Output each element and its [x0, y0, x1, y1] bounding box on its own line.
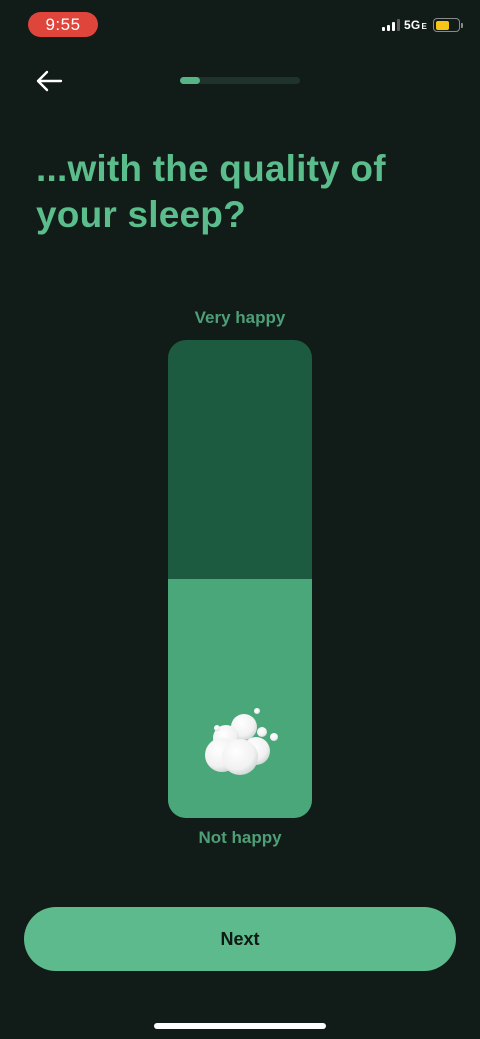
battery-icon [433, 18, 463, 32]
cellular-signal-icon [382, 19, 401, 31]
network-suffix: E [421, 22, 427, 31]
status-time: 9:55 [28, 12, 98, 37]
next-button[interactable]: Next [24, 907, 456, 971]
arrow-left-icon [36, 70, 63, 92]
happiness-slider[interactable] [168, 340, 312, 818]
slider-handle[interactable] [200, 708, 280, 782]
status-indicators: 5GE [382, 18, 463, 32]
screen: 9:55 5GE ...with the quality of your sle… [0, 0, 480, 1039]
slider-top-label: Very happy [194, 308, 286, 327]
onboarding-progress-fill [180, 77, 201, 84]
cloud-icon [205, 708, 278, 775]
battery-level [435, 20, 449, 30]
onboarding-progress-bar [180, 77, 300, 84]
network-type: 5GE [404, 18, 427, 32]
network-label: 5G [404, 18, 421, 32]
back-button[interactable] [30, 64, 68, 98]
home-indicator [154, 1023, 326, 1029]
question-title: ...with the quality of your sleep? [36, 148, 386, 235]
slider-fill [168, 579, 312, 818]
slider-bottom-label: Not happy [198, 828, 282, 847]
